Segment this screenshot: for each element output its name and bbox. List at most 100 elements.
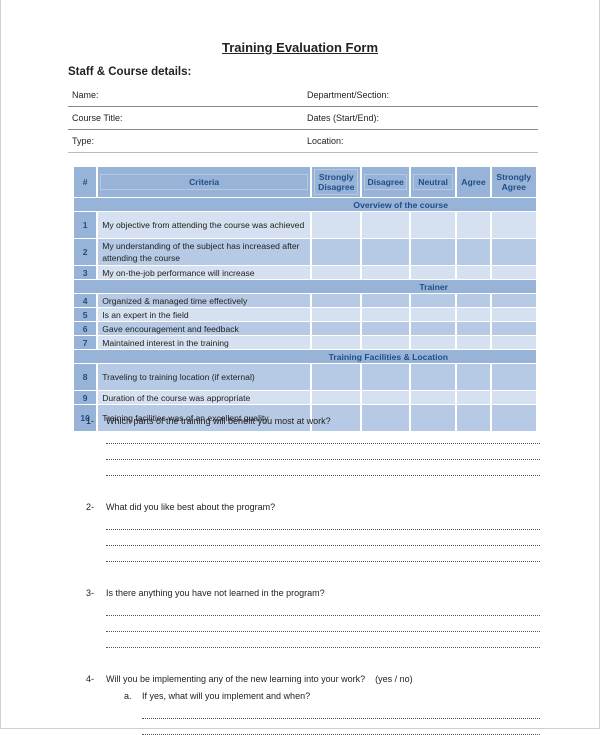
name-field[interactable]: Name: [68,90,303,100]
rating-cell-agree[interactable] [457,364,490,390]
rating-cell-neutral[interactable] [410,212,456,238]
detail-row: Type: Location: [68,130,538,153]
rating-cell-agree[interactable] [457,308,490,321]
question: 3- Is there anything you have not learned… [86,586,540,648]
answer-line[interactable] [142,703,540,719]
sub-question-text: If yes, what will you implement and when… [142,691,311,701]
rating-cell-disagree[interactable] [362,308,409,321]
header-agree: Agree [457,167,490,197]
rating-cell-strongly-disagree[interactable] [312,239,361,265]
criteria-number: 8 [74,364,97,390]
question-line: 1- Which parts of the training will benef… [86,414,540,428]
header-strongly-disagree: Strongly Disagree [312,167,361,197]
rating-cell-strongly-disagree[interactable] [312,336,361,349]
evaluation-table: # Criteria Strongly Disagree Disagree Ne… [72,166,538,432]
rating-cell-strongly-agree[interactable] [491,266,536,279]
rating-cell-strongly-agree[interactable] [491,294,536,307]
section-title: Training Facilities & Location [74,350,536,363]
answer-line[interactable] [106,530,540,546]
rating-cell-strongly-disagree[interactable] [312,212,361,238]
rating-cell-strongly-agree[interactable] [491,336,536,349]
criteria-text: My understanding of the subject has incr… [98,239,311,265]
rating-cell-agree[interactable] [457,266,490,279]
answer-line[interactable] [106,514,540,530]
rating-cell-strongly-disagree[interactable] [312,294,361,307]
criteria-number: 5 [74,308,97,321]
criteria-row: 4 Organized & managed time effectively [74,294,536,307]
criteria-row: 3 My on-the-job performance will increase [74,266,536,279]
criteria-number: 2 [74,239,97,265]
rating-cell-strongly-agree[interactable] [491,212,536,238]
rating-cell-agree[interactable] [457,391,490,404]
question-text: What did you like best about the program… [106,502,276,512]
rating-cell-agree[interactable] [457,336,490,349]
rating-cell-agree[interactable] [457,322,490,335]
rating-cell-strongly-disagree[interactable] [312,364,361,390]
criteria-number: 9 [74,391,97,404]
section-title: Trainer [74,280,536,293]
answer-line[interactable] [142,719,540,735]
rating-cell-strongly-agree[interactable] [491,239,536,265]
type-field[interactable]: Type: [68,136,303,146]
rating-cell-neutral[interactable] [410,336,456,349]
question-line: 3- Is there anything you have not learned… [86,586,540,600]
rating-cell-disagree[interactable] [362,336,409,349]
rating-cell-neutral[interactable] [410,308,456,321]
rating-cell-strongly-disagree[interactable] [312,322,361,335]
rating-cell-agree[interactable] [457,294,490,307]
header-strongly-agree: Strongly Agree [491,167,536,197]
rating-cell-disagree[interactable] [362,212,409,238]
criteria-text: My on-the-job performance will increase [98,266,311,279]
answer-line[interactable] [106,616,540,632]
department-field[interactable]: Department/Section: [303,90,538,100]
question-number: 3- [86,588,95,598]
rating-cell-disagree[interactable] [362,294,409,307]
form-title: Training Evaluation Form [221,40,379,55]
rating-cell-neutral[interactable] [410,266,456,279]
answer-line[interactable] [106,632,540,648]
criteria-row: 5 Is an expert in the field [74,308,536,321]
criteria-text: Traveling to training location (if exter… [98,364,311,390]
criteria-row: 6 Gave encouragement and feedback [74,322,536,335]
criteria-number: 3 [74,266,97,279]
rating-cell-disagree[interactable] [362,391,409,404]
rating-cell-disagree[interactable] [362,364,409,390]
answer-line[interactable] [106,546,540,562]
location-field[interactable]: Location: [303,136,538,146]
rating-cell-strongly-disagree[interactable] [312,308,361,321]
rating-cell-neutral[interactable] [410,391,456,404]
criteria-number: 7 [74,336,97,349]
rating-cell-strongly-agree[interactable] [491,322,536,335]
rating-cell-neutral[interactable] [410,364,456,390]
rating-cell-disagree[interactable] [362,239,409,265]
course-title-field[interactable]: Course Title: [68,113,303,123]
rating-cell-neutral[interactable] [410,294,456,307]
criteria-row: 7 Maintained interest in the training [74,336,536,349]
section-header-row: Overview of the course [74,198,536,211]
rating-cell-agree[interactable] [457,239,490,265]
answer-line[interactable] [106,444,540,460]
rating-cell-disagree[interactable] [362,322,409,335]
question: 2- What did you like best about the progr… [86,500,540,562]
rating-cell-strongly-disagree[interactable] [312,391,361,404]
answer-line[interactable] [106,460,540,476]
question-number: 4- [86,674,95,684]
sub-question-line: a. If yes, what will you implement and wh… [124,689,540,703]
question-number: 2- [86,502,95,512]
header-neutral: Neutral [410,167,456,197]
dates-field[interactable]: Dates (Start/End): [303,113,538,123]
rating-cell-agree[interactable] [457,212,490,238]
rating-cell-disagree[interactable] [362,266,409,279]
rating-cell-strongly-agree[interactable] [491,391,536,404]
answer-line[interactable] [106,428,540,444]
criteria-text: Is an expert in the field [98,308,311,321]
rating-cell-neutral[interactable] [410,239,456,265]
rating-cell-strongly-agree[interactable] [491,308,536,321]
section-header-row: Trainer [74,280,536,293]
rating-cell-strongly-agree[interactable] [491,364,536,390]
rating-cell-neutral[interactable] [410,322,456,335]
rating-cell-strongly-disagree[interactable] [312,266,361,279]
header-number: # [74,167,97,197]
criteria-text: Organized & managed time effectively [98,294,311,307]
answer-line[interactable] [106,600,540,616]
